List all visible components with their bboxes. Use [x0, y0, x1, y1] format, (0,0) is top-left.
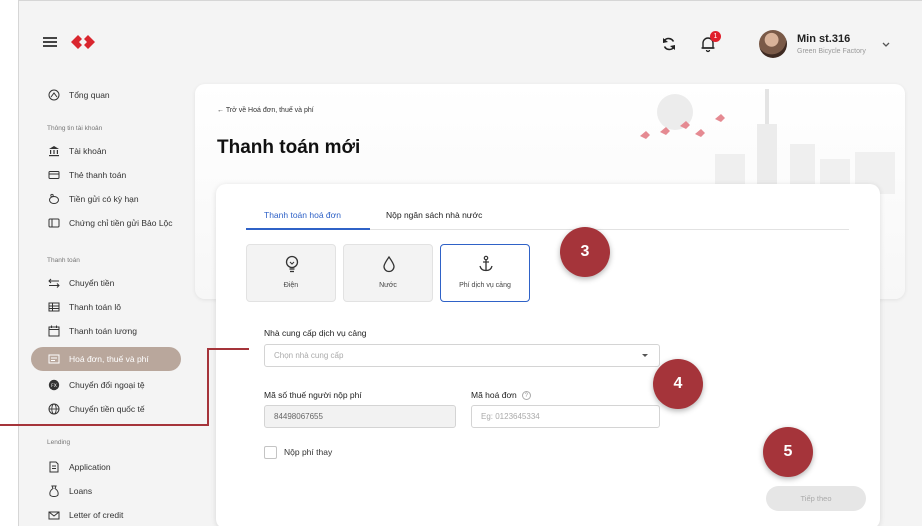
- sidebar-section-payment: Thanh toán: [47, 257, 80, 264]
- envelope-icon: [48, 509, 60, 521]
- transfer-arrows-icon: [48, 277, 60, 289]
- piggy-bank-icon: [48, 193, 60, 205]
- app-window: 1 Min st.316 Green Bicycle Factory Tổng …: [18, 0, 922, 526]
- sidebar-item-loans[interactable]: Loans: [31, 479, 181, 503]
- service-label: Điện: [283, 282, 299, 289]
- sidebar-item-payroll[interactable]: Thanh toán lương: [31, 319, 181, 343]
- tab-active-indicator: [246, 228, 370, 230]
- tax-id-label: Mã số thuế người nộp phí: [264, 390, 362, 400]
- sidebar-section-lending: Lending: [47, 439, 71, 446]
- callout-connector: [0, 424, 209, 426]
- sidebar-item-application[interactable]: Application: [31, 455, 181, 479]
- service-water[interactable]: Nước: [343, 244, 433, 302]
- calendar-icon: [48, 325, 60, 337]
- provider-placeholder: Chọn nhà cung cấp: [274, 351, 344, 360]
- service-port-fee[interactable]: Phí dịch vụ cảng: [440, 244, 530, 302]
- notification-badge: 1: [710, 31, 721, 42]
- sidebar-item-label: Hoá đơn, thuế và phí: [69, 354, 149, 364]
- sidebar-item-label: Thanh toán lô: [69, 302, 121, 312]
- step-marker-5: 5: [763, 427, 813, 477]
- back-link[interactable]: ← Trở về Hoá đơn, thuế và phí: [217, 107, 314, 114]
- sidebar-item-label: Chứng chỉ tiền gửi Bảo Lộc: [69, 218, 173, 228]
- callout-connector: [207, 348, 249, 350]
- refresh-icon[interactable]: [660, 35, 678, 53]
- certificate-icon: [48, 217, 60, 229]
- step-marker-3: 3: [560, 227, 610, 277]
- pay-on-behalf-label: Nộp phí thay: [284, 447, 333, 457]
- help-icon[interactable]: ?: [521, 391, 531, 400]
- sidebar-item-letter-of-credit[interactable]: Letter of credit: [31, 503, 181, 526]
- sidebar-item-label: Chuyển tiền: [69, 278, 115, 288]
- sidebar-section-account: Thông tin tài khoản: [47, 125, 103, 132]
- provider-label: Nhà cung cấp dịch vụ cảng: [264, 328, 367, 338]
- menu-icon[interactable]: [43, 37, 57, 47]
- sidebar-item-label: Tiền gửi có kỳ hạn: [69, 194, 139, 204]
- tax-id-value: 84498067655: [274, 412, 323, 421]
- user-company: Green Bicycle Factory: [797, 48, 866, 55]
- sidebar-item-label: Letter of credit: [69, 510, 124, 520]
- service-electricity[interactable]: Điện: [246, 244, 336, 302]
- sidebar-item-label: Chuyển tiền quốc tế: [69, 404, 145, 414]
- pay-on-behalf-checkbox[interactable]: [264, 446, 277, 459]
- chevron-down-icon[interactable]: [881, 41, 891, 49]
- chevron-down-icon: [642, 354, 648, 357]
- provider-select[interactable]: Chọn nhà cung cấp: [264, 344, 660, 367]
- lightbulb-icon: [285, 255, 299, 273]
- sidebar-item-fx[interactable]: FX Chuyển đổi ngoại tệ: [31, 373, 181, 397]
- invoice-input[interactable]: Eg: 0123645334: [471, 405, 660, 428]
- sidebar-item-transfer[interactable]: Chuyển tiền: [31, 271, 181, 295]
- step-marker-4: 4: [653, 359, 703, 409]
- invoice-label: Mã hoá đơn?: [471, 390, 531, 400]
- next-button[interactable]: Tiếp theo: [766, 486, 866, 511]
- card-icon: [48, 169, 60, 181]
- sidebar-item-label: Tổng quan: [69, 90, 110, 100]
- page-title: Thanh toán mới: [217, 137, 361, 158]
- fx-icon: FX: [48, 379, 60, 391]
- sidebar-item-batch-payment[interactable]: Thanh toán lô: [31, 295, 181, 319]
- arrow-left-icon: ←: [217, 107, 226, 114]
- logo-icon[interactable]: [71, 32, 95, 52]
- sidebar-item-account[interactable]: Tài khoản: [31, 139, 181, 163]
- avatar[interactable]: [759, 30, 787, 58]
- sidebar-item-label: Loans: [69, 486, 93, 496]
- money-bag-icon: [48, 485, 60, 497]
- sidebar-item-label: Thanh toán lương: [69, 326, 137, 336]
- overview-icon: [48, 89, 60, 101]
- sidebar-item-label: Tài khoản: [69, 146, 107, 156]
- sidebar-item-label: Chuyển đổi ngoại tệ: [69, 380, 145, 390]
- table-icon: [48, 301, 60, 313]
- tab-bill-payment[interactable]: Thanh toán hoá đơn: [264, 210, 341, 220]
- sidebar-item-bills-tax[interactable]: Hoá đơn, thuế và phí: [31, 347, 181, 371]
- bell-icon[interactable]: 1: [699, 31, 721, 53]
- service-label: Phí dịch vụ cảng: [459, 282, 511, 289]
- sidebar-item-label: Application: [69, 462, 111, 472]
- document-icon: [48, 461, 60, 473]
- sidebar-item-label: Thẻ thanh toán: [69, 170, 127, 180]
- anchor-icon: [479, 255, 493, 272]
- user-name[interactable]: Min st.316: [797, 33, 850, 45]
- top-bar: 1 Min st.316 Green Bicycle Factory: [19, 1, 922, 85]
- svg-text:FX: FX: [51, 383, 57, 389]
- tax-id-field: 84498067655: [264, 405, 456, 428]
- sidebar-item-overview[interactable]: Tổng quan: [31, 83, 181, 107]
- service-label: Nước: [379, 282, 397, 289]
- sidebar-item-certificate[interactable]: Chứng chỉ tiền gửi Bảo Lộc: [31, 211, 181, 235]
- globe-icon: [48, 403, 60, 415]
- sidebar-item-card-payment[interactable]: Thẻ thanh toán: [31, 163, 181, 187]
- invoice-icon: [48, 353, 60, 365]
- callout-connector: [207, 348, 209, 425]
- sidebar-item-intl-transfer[interactable]: Chuyển tiền quốc tế: [31, 397, 181, 421]
- bank-icon: [48, 145, 60, 157]
- invoice-placeholder: Eg: 0123645334: [481, 412, 540, 421]
- tab-state-budget[interactable]: Nộp ngân sách nhà nước: [386, 210, 482, 220]
- sidebar-item-term-deposit[interactable]: Tiền gửi có kỳ hạn: [31, 187, 181, 211]
- water-drop-icon: [383, 255, 395, 273]
